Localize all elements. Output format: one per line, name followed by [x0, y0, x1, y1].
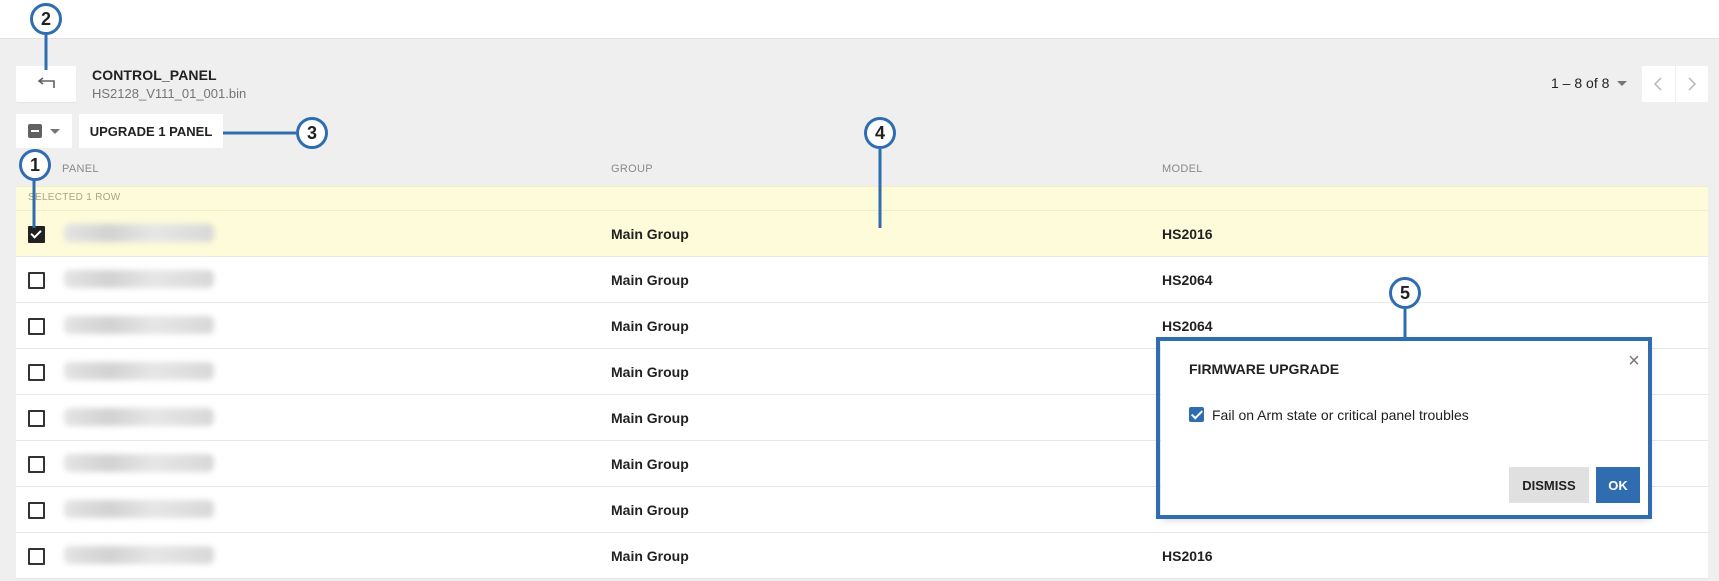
row-checkbox[interactable] — [28, 410, 45, 427]
firmware-filename: HS2128_V111_01_001.bin — [92, 86, 247, 101]
pagination-range: 1 – 8 of 8 — [1551, 75, 1610, 91]
upgrade-panel-button[interactable]: UPGRADE 1 PANEL — [79, 114, 223, 148]
chevron-right-icon — [1688, 77, 1696, 91]
group-cell: Main Group — [611, 226, 689, 242]
callout-badge-2: 2 — [30, 3, 62, 35]
panel-name-redacted — [64, 500, 214, 518]
panel-name-redacted — [64, 224, 214, 242]
next-page-button[interactable] — [1674, 66, 1709, 102]
model-cell: HS2064 — [1162, 318, 1213, 334]
fail-on-arm-label[interactable]: Fail on Arm state or critical panel trou… — [1212, 407, 1469, 423]
fail-on-arm-checkbox[interactable] — [1189, 407, 1204, 422]
callout-badge-5: 5 — [1389, 277, 1421, 309]
panel-name-redacted — [64, 408, 214, 426]
dialog-title: FIRMWARE UPGRADE — [1189, 361, 1340, 377]
pagination-nav — [1642, 66, 1708, 102]
group-cell: Main Group — [611, 502, 689, 518]
ok-button[interactable]: OK — [1596, 467, 1640, 503]
bulk-select-menu[interactable] — [16, 114, 72, 148]
top-bar — [0, 0, 1719, 39]
callout-badge-4: 4 — [864, 117, 896, 149]
model-cell: HS2064 — [1162, 272, 1213, 288]
firmware-upgrade-dialog: FIRMWARE UPGRADE × Fail on Arm state or … — [1161, 340, 1649, 517]
close-icon[interactable]: × — [1625, 351, 1643, 371]
group-cell: Main Group — [611, 364, 689, 380]
selection-banner: SELECTED 1 ROW — [16, 186, 1708, 211]
page-title: CONTROL_PANEL — [92, 67, 217, 83]
table-header: PANEL GROUP MODEL — [16, 154, 1708, 186]
table-row[interactable]: Main Group HS2016 — [16, 533, 1708, 579]
selection-count: SELECTED 1 ROW — [28, 192, 121, 203]
caret-down-icon — [50, 128, 60, 134]
caret-down-icon — [1617, 80, 1628, 86]
model-cell: HS2016 — [1162, 548, 1213, 564]
group-cell: Main Group — [611, 318, 689, 334]
group-cell: Main Group — [611, 410, 689, 426]
group-cell: Main Group — [611, 272, 689, 288]
table-row[interactable]: Main Group HS2016 — [16, 211, 1708, 257]
row-checkbox[interactable] — [28, 502, 45, 519]
column-header-group[interactable]: GROUP — [611, 163, 653, 175]
back-button[interactable] — [16, 66, 76, 102]
indeterminate-checkbox-icon — [28, 124, 42, 138]
row-checkbox[interactable] — [28, 318, 45, 335]
dismiss-button[interactable]: DISMISS — [1509, 467, 1589, 503]
panel-name-redacted — [64, 316, 214, 334]
group-cell: Main Group — [611, 548, 689, 564]
pagination-dropdown[interactable]: 1 – 8 of 8 — [1551, 75, 1628, 91]
panel-name-redacted — [64, 454, 214, 472]
callout-badge-1: 1 — [19, 149, 51, 181]
row-checkbox[interactable] — [28, 456, 45, 473]
panel-name-redacted — [64, 546, 214, 564]
panel-name-redacted — [64, 362, 214, 380]
group-cell: Main Group — [611, 456, 689, 472]
column-header-model[interactable]: MODEL — [1162, 163, 1203, 175]
row-checkbox[interactable] — [28, 272, 45, 289]
row-checkbox[interactable] — [28, 548, 45, 565]
back-arrow-icon — [37, 77, 55, 88]
table-row[interactable]: Main Group HS2064 — [16, 257, 1708, 303]
prev-page-button[interactable] — [1642, 66, 1675, 102]
model-cell: HS2016 — [1162, 226, 1213, 242]
chevron-left-icon — [1654, 77, 1662, 91]
row-checkbox[interactable] — [28, 226, 45, 243]
column-header-panel[interactable]: PANEL — [62, 163, 99, 175]
row-checkbox[interactable] — [28, 364, 45, 381]
panel-name-redacted — [64, 270, 214, 288]
callout-badge-3: 3 — [296, 117, 328, 149]
